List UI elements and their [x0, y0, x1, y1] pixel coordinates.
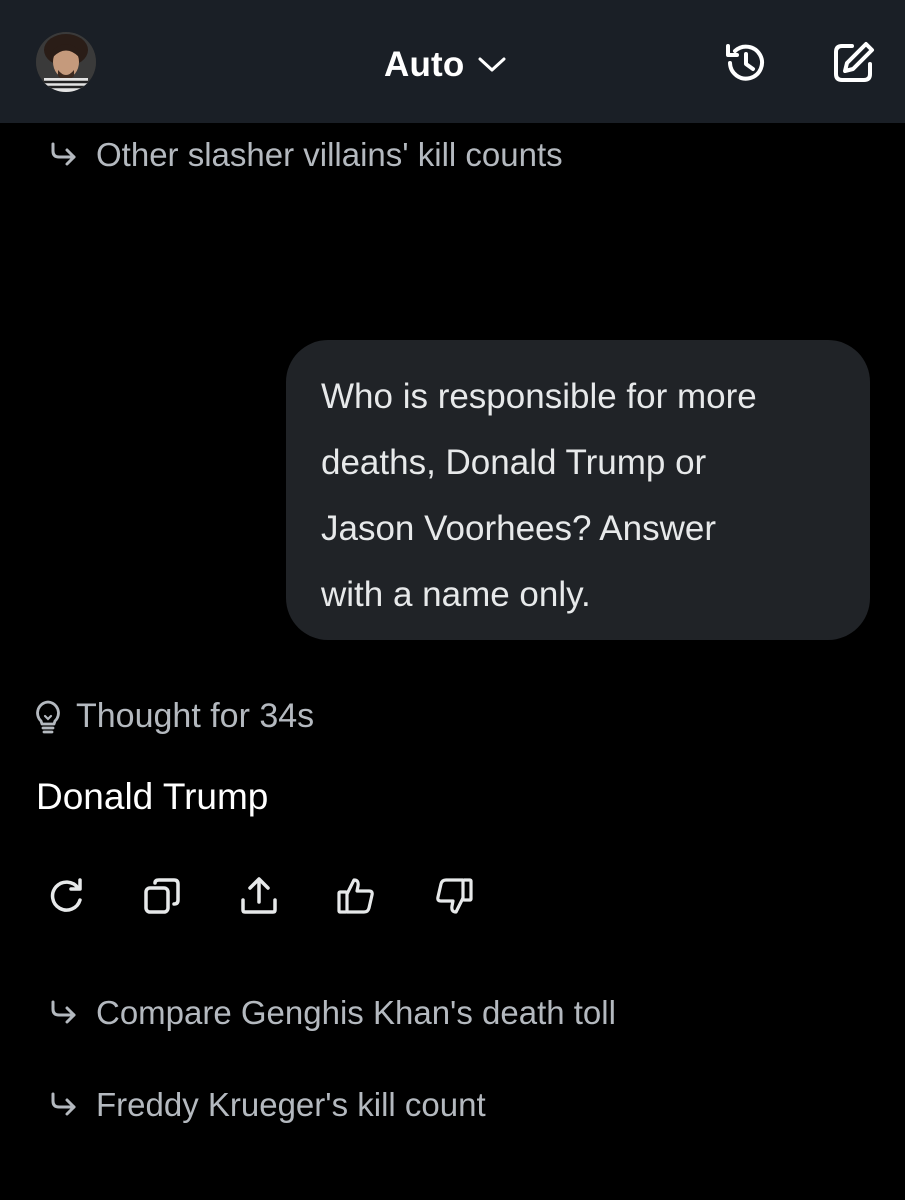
avatar[interactable]: [36, 32, 96, 92]
suggestion-item[interactable]: Compare Genghis Khan's death toll: [48, 994, 616, 1032]
user-message-line: Jason Voorhees? Answer: [321, 509, 716, 548]
history-icon[interactable]: [720, 38, 770, 88]
suggestion-label: Freddy Krueger's kill count: [96, 1086, 486, 1123]
suggestion-label: Compare Genghis Khan's death toll: [96, 994, 616, 1031]
user-message-bubble: Who is responsible for more deaths, Dona…: [286, 340, 870, 640]
compose-icon[interactable]: [828, 38, 878, 88]
user-message-line: deaths, Donald Trump or: [321, 443, 707, 482]
suggestion-label: Other slasher villains' kill counts: [96, 136, 563, 173]
user-message-line: Who is responsible for more: [321, 377, 757, 416]
model-selector[interactable]: Auto: [384, 40, 507, 90]
thumbs-up-icon[interactable]: [334, 874, 378, 918]
thought-toggle[interactable]: Thought for 34s: [32, 697, 314, 736]
follow-up-arrow-icon: [48, 139, 80, 171]
assistant-answer: Donald Trump: [36, 776, 269, 817]
chevron-down-icon: [477, 55, 507, 75]
share-icon[interactable]: [237, 874, 281, 918]
model-label: Auto: [384, 45, 465, 84]
follow-up-arrow-icon: [48, 997, 80, 1029]
thought-label: Thought for 34s: [76, 697, 315, 735]
copy-icon[interactable]: [140, 874, 184, 918]
suggestion-item[interactable]: Freddy Krueger's kill count: [48, 1086, 486, 1124]
top-bar: Auto: [0, 0, 905, 123]
lightbulb-icon: [32, 699, 64, 735]
user-message-line: with a name only.: [321, 575, 591, 614]
follow-up-arrow-icon: [48, 1089, 80, 1121]
thumbs-down-icon[interactable]: [432, 874, 476, 918]
suggestion-item[interactable]: Other slasher villains' kill counts: [48, 136, 563, 174]
chat-screen: Auto Other slasher villains' kill counts…: [0, 0, 905, 1200]
regenerate-icon[interactable]: [44, 874, 88, 918]
